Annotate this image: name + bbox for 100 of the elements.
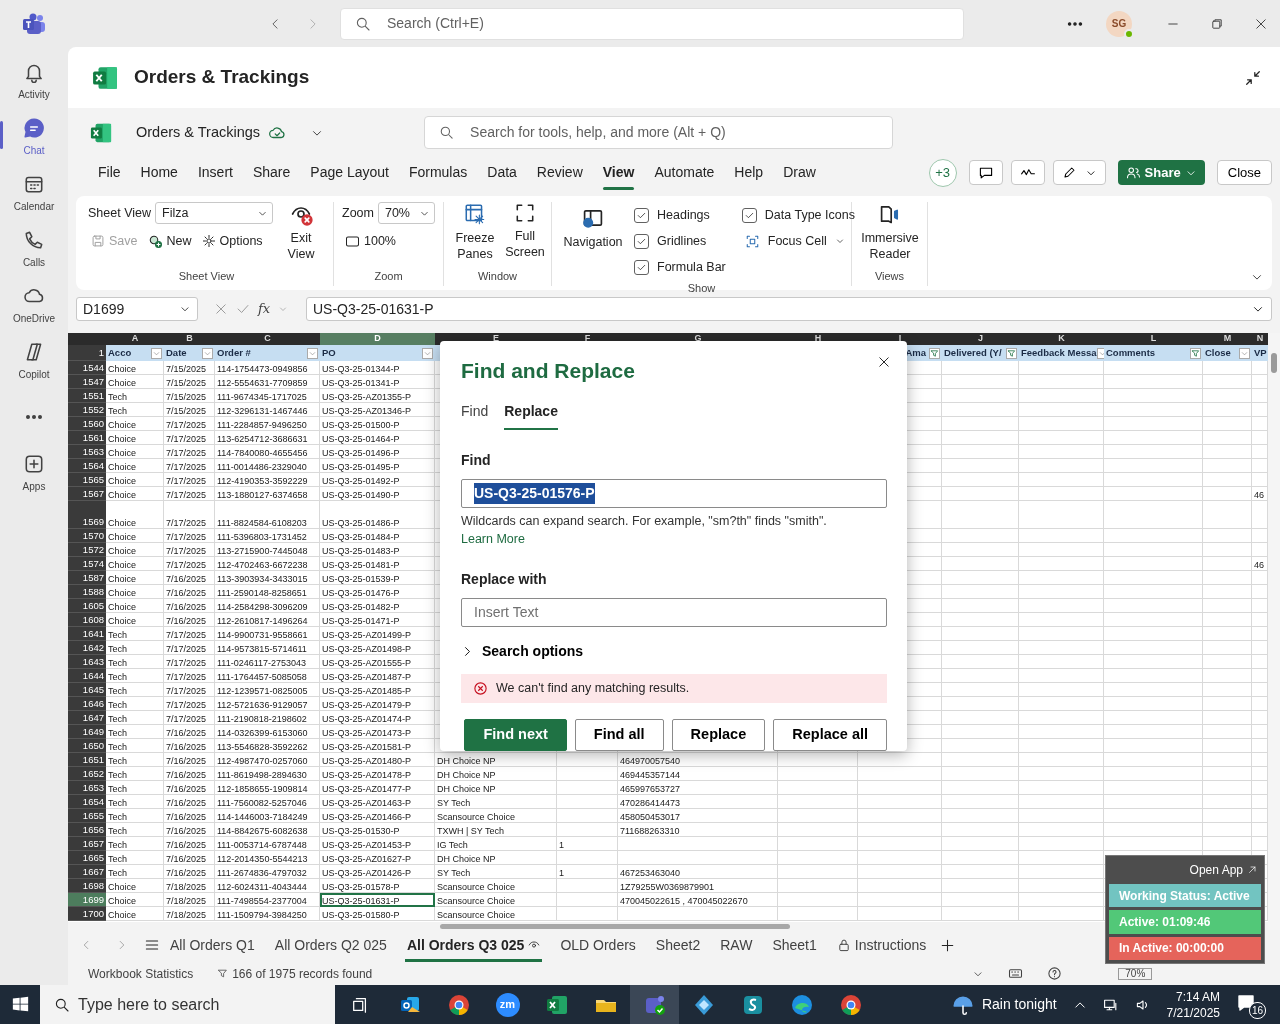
filter-button[interactable] bbox=[1190, 347, 1201, 359]
navigation-button[interactable]: Navigation bbox=[560, 202, 626, 280]
full-screen-button[interactable]: Full Screen bbox=[502, 202, 548, 262]
search-options-toggle[interactable]: Search options bbox=[461, 641, 887, 663]
scroll-thumb[interactable] bbox=[440, 924, 790, 929]
scroll-thumb[interactable] bbox=[1271, 353, 1277, 373]
menu-tab[interactable]: Formulas bbox=[398, 158, 478, 187]
zoom-reset-button[interactable]: 100% bbox=[342, 232, 435, 251]
avatar[interactable]: SG bbox=[1106, 10, 1132, 37]
row-number[interactable]: 1567 bbox=[68, 487, 106, 501]
row-number[interactable]: 1564 bbox=[68, 459, 106, 473]
share-button[interactable]: Share bbox=[1117, 160, 1205, 185]
column-letter[interactable]: C bbox=[264, 333, 271, 345]
keyboard-icon[interactable] bbox=[1008, 966, 1024, 981]
row-number[interactable]: 1657 bbox=[68, 837, 106, 851]
replace-field[interactable]: Insert Text bbox=[461, 598, 887, 628]
row-number[interactable]: 1561 bbox=[68, 431, 106, 445]
row-number[interactable]: 1653 bbox=[68, 781, 106, 795]
column-letter[interactable]: E bbox=[493, 333, 499, 345]
rail-item[interactable]: Copilot bbox=[0, 333, 68, 389]
column-letter[interactable]: G bbox=[694, 333, 702, 345]
row-number[interactable]: 1698 bbox=[68, 879, 106, 893]
view-select[interactable]: Filza bbox=[155, 202, 273, 224]
add-sheet-icon[interactable] bbox=[940, 938, 956, 954]
column-letter[interactable]: L bbox=[1150, 333, 1157, 345]
row-number[interactable]: 1665 bbox=[68, 851, 106, 865]
sheet-tab[interactable]: Sheet1 bbox=[762, 930, 827, 960]
task-view-icon[interactable] bbox=[351, 995, 369, 1014]
row-number[interactable]: 1563 bbox=[68, 445, 106, 459]
help-icon[interactable] bbox=[1047, 966, 1063, 981]
function-button[interactable]: fx bbox=[258, 299, 271, 319]
row-number[interactable]: 1644 bbox=[68, 669, 106, 683]
dialog-button[interactable]: Replace bbox=[671, 719, 766, 751]
menu-tab[interactable]: Page Layout bbox=[300, 158, 399, 187]
row-number[interactable]: 1645 bbox=[68, 683, 106, 697]
dialog-tab[interactable]: Replace bbox=[496, 394, 566, 430]
menu-tab[interactable]: Home bbox=[130, 158, 188, 187]
column-letter[interactable]: K bbox=[1058, 333, 1065, 345]
row-number[interactable]: 1647 bbox=[68, 711, 106, 725]
column-letter[interactable]: F bbox=[584, 333, 591, 345]
column-letter[interactable]: A bbox=[131, 333, 139, 345]
rail-item[interactable]: Apps bbox=[0, 445, 68, 501]
exit-view-button[interactable]: Exit View bbox=[281, 202, 321, 262]
column-letter[interactable]: D bbox=[320, 333, 435, 345]
row-number[interactable]: 1560 bbox=[68, 417, 106, 431]
row-number[interactable]: 1699 bbox=[68, 893, 106, 907]
rail-item[interactable]: Calls bbox=[0, 221, 68, 277]
row-number[interactable]: 1655 bbox=[68, 809, 106, 823]
menu-tab[interactable]: Help bbox=[724, 158, 774, 187]
checkbox[interactable] bbox=[741, 207, 757, 223]
search-field[interactable]: Search for tools, help, and more (Alt + Q) bbox=[424, 116, 894, 149]
search-field[interactable]: Search (Ctrl+E) bbox=[340, 7, 964, 40]
sheet-tab[interactable]: All Orders Q1 bbox=[160, 930, 265, 960]
zoom-select[interactable]: 70% bbox=[377, 202, 435, 224]
column-letter[interactable]: J bbox=[978, 333, 983, 345]
clock-date[interactable]: 7/21/2025 bbox=[1166, 1004, 1220, 1021]
zoom-value[interactable]: 70% bbox=[1118, 967, 1153, 980]
row-number[interactable]: 1643 bbox=[68, 655, 106, 669]
coauthors-button[interactable]: +3 bbox=[928, 158, 957, 187]
row-number[interactable]: 1565 bbox=[68, 473, 106, 487]
filter-button[interactable] bbox=[1006, 347, 1017, 359]
restore-icon[interactable] bbox=[1210, 16, 1224, 31]
sheet-tab[interactable]: Instructions bbox=[826, 930, 937, 960]
menu-tab[interactable]: Automate bbox=[644, 158, 725, 187]
column-letter[interactable]: N bbox=[1256, 333, 1264, 345]
menu-icon[interactable] bbox=[144, 937, 160, 953]
menu-tab[interactable]: File bbox=[88, 158, 131, 187]
clock-time[interactable]: 7:14 AM bbox=[1175, 988, 1220, 1005]
menu-tab[interactable]: Insert bbox=[187, 158, 243, 187]
menu-tab[interactable]: Share bbox=[242, 158, 301, 187]
menu-tab[interactable]: Review bbox=[526, 158, 593, 187]
column-letter[interactable]: I bbox=[898, 333, 902, 345]
dialog-button[interactable]: Find next bbox=[464, 719, 567, 751]
freeze-panes-button[interactable]: Freeze Panes bbox=[452, 202, 498, 262]
row-number[interactable]: 1587 bbox=[68, 571, 106, 585]
dialog-tab[interactable]: Find bbox=[453, 394, 497, 430]
row-number[interactable]: 1552 bbox=[68, 403, 106, 417]
column-letter[interactable]: M bbox=[1223, 333, 1232, 345]
row-number[interactable]: 1646 bbox=[68, 697, 106, 711]
row-number[interactable]: 1547 bbox=[68, 375, 106, 389]
menu-tab[interactable]: Draw bbox=[773, 158, 826, 187]
filter-button[interactable] bbox=[929, 347, 940, 359]
comments-button[interactable] bbox=[968, 160, 1003, 185]
row-number[interactable]: 1642 bbox=[68, 641, 106, 655]
row-number[interactable]: 1551 bbox=[68, 389, 106, 403]
row-number[interactable]: 1605 bbox=[68, 599, 106, 613]
rail-item[interactable]: Activity bbox=[0, 53, 68, 109]
focus-cell-button[interactable]: Focus Cell bbox=[741, 228, 855, 254]
checkbox[interactable] bbox=[634, 259, 649, 275]
row-number[interactable]: 1656 bbox=[68, 823, 106, 837]
sheet-tab[interactable]: OLD Orders bbox=[550, 930, 646, 960]
rail-item[interactable]: OneDrive bbox=[0, 277, 68, 333]
open-app-button[interactable]: Open App bbox=[1185, 859, 1261, 881]
sheet-tab[interactable]: All Orders Q2 025 bbox=[264, 930, 397, 960]
row-number[interactable]: 1650 bbox=[68, 739, 106, 753]
search-field[interactable]: Type here to search bbox=[40, 985, 335, 1024]
options-button[interactable]: Options bbox=[198, 232, 266, 251]
status-text[interactable]: Workbook Statistics bbox=[88, 964, 194, 983]
row-number[interactable]: 1570 bbox=[68, 529, 106, 543]
row-number[interactable]: 1700 bbox=[68, 907, 106, 921]
